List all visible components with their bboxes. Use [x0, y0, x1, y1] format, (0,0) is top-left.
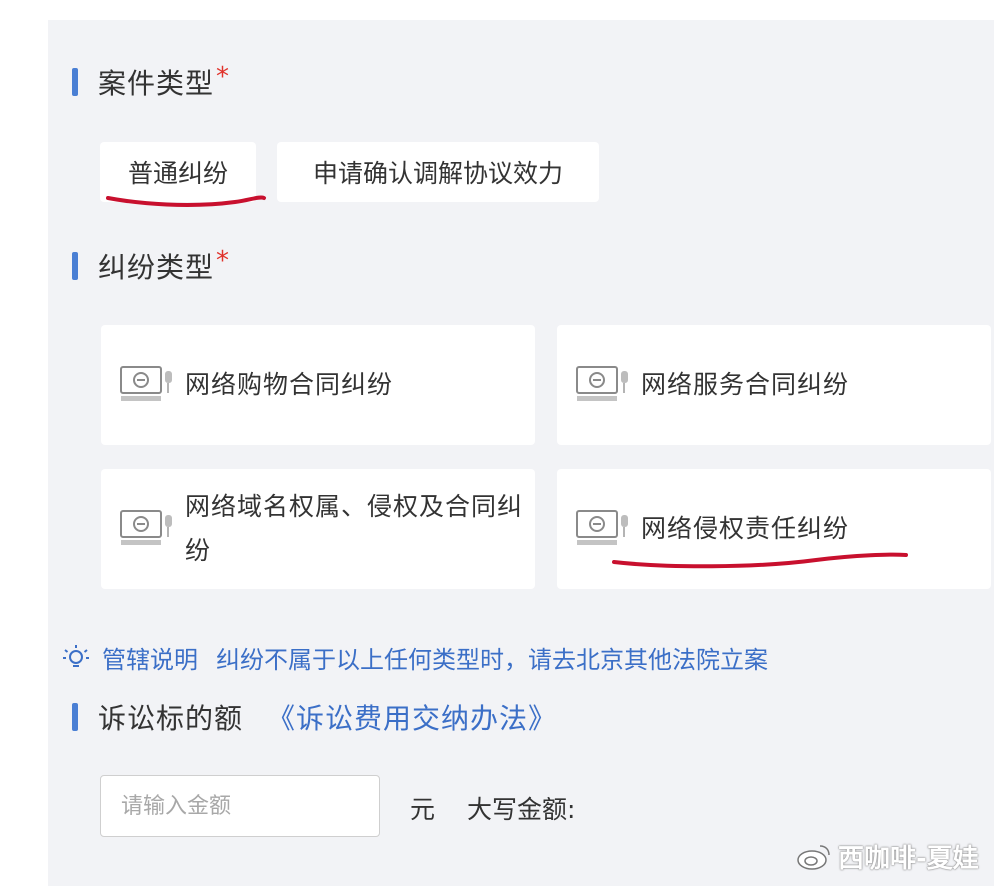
dispute-option-label: 网络侵权责任纠纷 [641, 514, 850, 543]
dispute-type-title: 纠纷类型 [98, 251, 215, 284]
amount-title: 诉讼标的额 [98, 702, 244, 735]
jurisdiction-label[interactable]: 管辖说明 [102, 640, 198, 675]
lightbulb-icon [63, 644, 89, 667]
required-mark: * [216, 246, 231, 276]
case-type-title: 案件类型 [98, 67, 215, 100]
dispute-option-label: 网络购物合同纠纷 [185, 370, 394, 399]
dispute-option-domain-name[interactable]: 网络域名权属、侵权及合同纠纷 [101, 469, 535, 589]
required-mark: * [216, 62, 231, 92]
currency-unit: 元 [410, 795, 436, 824]
dispute-type-header: 纠纷类型 * [72, 246, 230, 286]
computer-court-icon [576, 510, 628, 545]
case-type-option-label: 申请确认调解协议效力 [312, 159, 563, 188]
weibo-icon [797, 844, 830, 870]
dispute-option-label: 网络域名权属、侵权及合同纠纷 [185, 492, 524, 565]
watermark: 西咖啡-夏娃 [796, 838, 979, 875]
computer-court-icon [120, 510, 172, 545]
watermark-text: 西咖啡-夏娃 [838, 844, 979, 874]
case-type-option-mediation[interactable]: 申请确认调解协议效力 [277, 142, 599, 202]
section-marker [72, 703, 78, 731]
computer-court-icon [576, 366, 628, 401]
case-type-option-label: 普通纠纷 [127, 159, 228, 188]
section-marker [72, 252, 78, 280]
dispute-option-online-infringement[interactable]: 网络侵权责任纠纷 [557, 469, 991, 589]
dispute-option-label: 网络服务合同纠纷 [641, 370, 850, 399]
uppercase-amount-label: 大写金额: [467, 795, 576, 824]
case-type-option-ordinary[interactable]: 普通纠纷 [100, 142, 256, 202]
amount-header: 诉讼标的额 《诉讼费用交纳办法》 [72, 697, 557, 737]
amount-input[interactable] [100, 775, 380, 837]
jurisdiction-hint: 管辖说明 纠纷不属于以上任何类型时，请去北京其他法院立案 [62, 640, 768, 675]
fee-regulation-link[interactable]: 《诉讼费用交纳办法》 [267, 697, 557, 737]
case-type-header: 案件类型 * [72, 62, 230, 102]
dispute-option-online-service[interactable]: 网络服务合同纠纷 [557, 325, 991, 445]
computer-court-icon [120, 366, 172, 401]
jurisdiction-text: 纠纷不属于以上任何类型时，请去北京其他法院立案 [216, 646, 768, 674]
dispute-option-online-shopping[interactable]: 网络购物合同纠纷 [101, 325, 535, 445]
section-marker [72, 68, 78, 96]
